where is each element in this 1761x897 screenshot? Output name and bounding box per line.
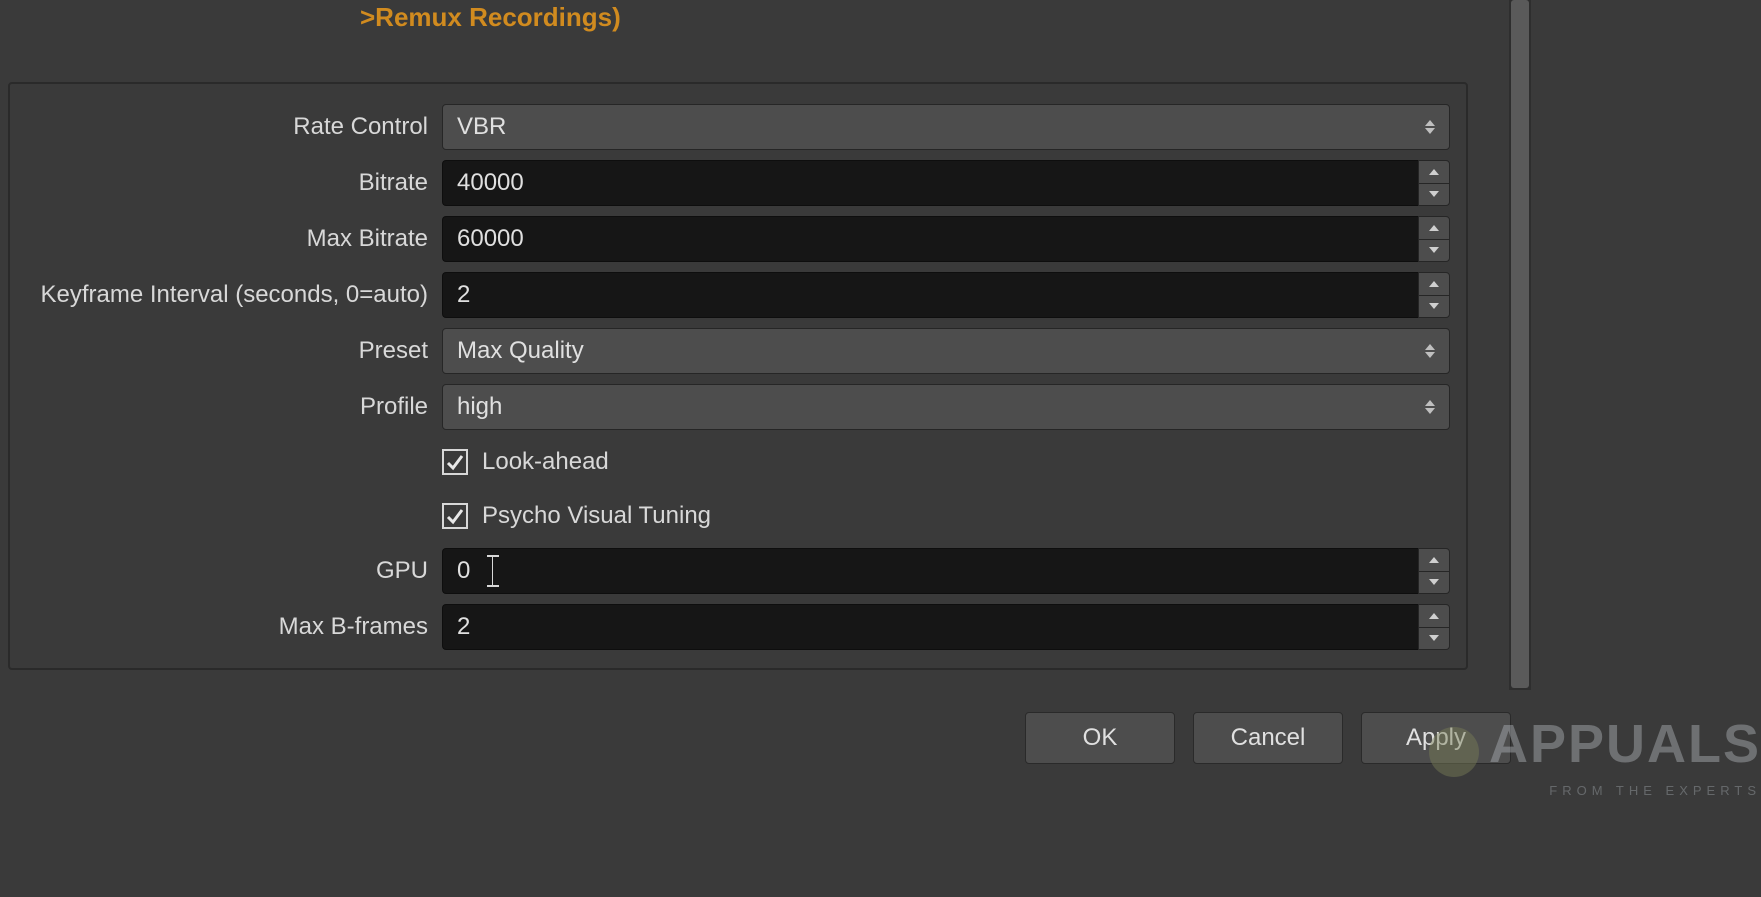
row-gpu: GPU 0 [26, 548, 1450, 594]
label-max-bframes: Max B-frames [26, 613, 442, 641]
gpu-step-up[interactable] [1418, 548, 1450, 572]
label-profile: Profile [26, 393, 442, 421]
apply-button[interactable]: Apply [1361, 712, 1511, 764]
look-ahead-label[interactable]: Look-ahead [482, 448, 609, 476]
preset-dropdown[interactable]: Max Quality [442, 328, 1450, 374]
keyframe-step-up[interactable] [1418, 272, 1450, 296]
profile-dropdown[interactable]: high [442, 384, 1450, 430]
row-max-bframes: Max B-frames 2 [26, 604, 1450, 650]
keyframe-value[interactable]: 2 [442, 272, 1418, 318]
bitrate-step-down[interactable] [1418, 184, 1450, 207]
max-bframes-spinbox[interactable]: 2 [442, 604, 1450, 650]
bitrate-spinbox[interactable]: 40000 [442, 160, 1450, 206]
encoder-settings-group: Rate Control VBR Bitrate 40000 [8, 82, 1468, 670]
rate-control-value: VBR [457, 113, 506, 141]
watermark-brand: APPUALS [1489, 714, 1761, 774]
label-gpu: GPU [26, 557, 442, 585]
row-look-ahead: Look-ahead [26, 440, 1450, 484]
max-bframes-step-up[interactable] [1418, 604, 1450, 628]
gpu-step-down[interactable] [1418, 572, 1450, 595]
max-bitrate-step-down[interactable] [1418, 240, 1450, 263]
updown-icon [1419, 329, 1441, 373]
preset-value: Max Quality [457, 337, 584, 365]
bitrate-value[interactable]: 40000 [442, 160, 1418, 206]
cancel-button[interactable]: Cancel [1193, 712, 1343, 764]
psycho-label[interactable]: Psycho Visual Tuning [482, 502, 711, 530]
warning-text: >Remux Recordings) [360, 2, 621, 33]
max-bframes-value[interactable]: 2 [442, 604, 1418, 650]
ok-button[interactable]: OK [1025, 712, 1175, 764]
psycho-checkbox[interactable] [442, 503, 468, 529]
bitrate-step-up[interactable] [1418, 160, 1450, 184]
updown-icon [1419, 105, 1441, 149]
label-max-bitrate: Max Bitrate [26, 225, 442, 253]
text-caret-icon [492, 557, 493, 585]
max-bitrate-step-up[interactable] [1418, 216, 1450, 240]
keyframe-step-down[interactable] [1418, 296, 1450, 319]
updown-icon [1419, 385, 1441, 429]
rate-control-dropdown[interactable]: VBR [442, 104, 1450, 150]
max-bitrate-spinbox[interactable]: 60000 [442, 216, 1450, 262]
look-ahead-checkbox[interactable] [442, 449, 468, 475]
dialog-button-bar: OK Cancel Apply [1025, 712, 1511, 764]
gpu-spinbox[interactable]: 0 [442, 548, 1450, 594]
label-preset: Preset [26, 337, 442, 365]
scrollbar-thumb[interactable] [1511, 0, 1529, 688]
profile-value: high [457, 393, 502, 421]
label-bitrate: Bitrate [26, 169, 442, 197]
row-keyframe: Keyframe Interval (seconds, 0=auto) 2 [26, 272, 1450, 318]
row-rate-control: Rate Control VBR [26, 104, 1450, 150]
row-max-bitrate: Max Bitrate 60000 [26, 216, 1450, 262]
max-bframes-step-down[interactable] [1418, 628, 1450, 651]
row-preset: Preset Max Quality [26, 328, 1450, 374]
gpu-value-text: 0 [457, 557, 470, 585]
gpu-value[interactable]: 0 [442, 548, 1418, 594]
label-rate-control: Rate Control [26, 113, 442, 141]
row-psycho: Psycho Visual Tuning [26, 494, 1450, 538]
row-profile: Profile high [26, 384, 1450, 430]
vertical-scrollbar[interactable] [1509, 0, 1531, 690]
keyframe-spinbox[interactable]: 2 [442, 272, 1450, 318]
row-bitrate: Bitrate 40000 [26, 160, 1450, 206]
watermark-tagline: FROM THE EXPERTS [1331, 783, 1761, 798]
max-bitrate-value[interactable]: 60000 [442, 216, 1418, 262]
label-keyframe: Keyframe Interval (seconds, 0=auto) [26, 281, 442, 309]
